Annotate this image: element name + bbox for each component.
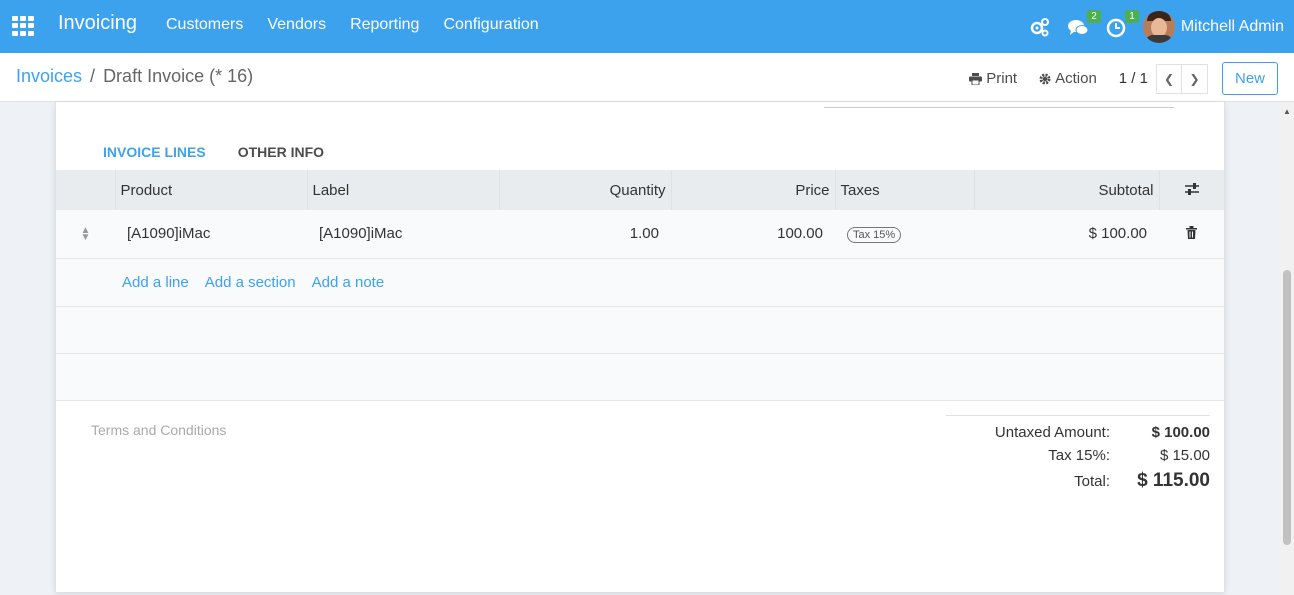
main-menu: Customers Vendors Reporting Configuratio… — [166, 16, 539, 34]
cell-quantity[interactable]: 1.00 — [499, 210, 671, 259]
pager-previous-button[interactable]: ❮ — [1155, 63, 1182, 94]
action-label: Action — [1055, 70, 1097, 87]
breadcrumb-separator: / — [90, 66, 96, 86]
untaxed-amount-row: Untaxed Amount: $ 100.00 — [946, 424, 1210, 441]
menu-configuration[interactable]: Configuration — [443, 16, 538, 34]
cell-product[interactable]: [A1090]iMac — [115, 210, 307, 259]
user-avatar[interactable] — [1142, 10, 1175, 43]
debug-gears-icon[interactable] — [1029, 16, 1053, 38]
print-button[interactable]: Print — [969, 70, 1017, 87]
chevron-left-icon: ❮ — [1163, 71, 1175, 86]
sliders-icon — [1184, 182, 1199, 195]
gear-icon — [1039, 73, 1051, 84]
column-header-taxes[interactable]: Taxes — [834, 170, 974, 210]
untaxed-amount-value: $ 100.00 — [1151, 424, 1210, 441]
navbar-systray: 2 1 Mitchell Admin — [1029, 8, 1284, 45]
add-row-links-row: Add a line Add a section Add a note — [56, 258, 1224, 307]
chevron-right-icon: ❯ — [1189, 71, 1200, 86]
invoice-lines-table: Product Label Quantity Price Taxes Subto… — [56, 170, 1224, 401]
column-header-price[interactable]: Price — [670, 170, 835, 210]
row-drag-handle[interactable]: ▲ ▼ — [56, 210, 115, 259]
apps-menu-icon[interactable] — [12, 16, 34, 36]
cell-label[interactable]: [A1090]iMac — [307, 210, 499, 259]
app-brand[interactable]: Invoicing — [58, 12, 137, 35]
pager-value[interactable]: 1 / 1 — [1119, 70, 1148, 87]
table-header-row: Product Label Quantity Price Taxes Subto… — [56, 170, 1224, 210]
breadcrumb-invoices-link[interactable]: Invoices — [16, 66, 82, 87]
untaxed-amount-label: Untaxed Amount: — [994, 424, 1110, 441]
optional-columns-toggle[interactable] — [1158, 170, 1224, 210]
print-icon — [969, 72, 983, 85]
notebook-tabs: INVOICE LINES OTHER INFO — [87, 142, 340, 171]
empty-row — [56, 306, 1224, 354]
total-label: Total: — [1074, 473, 1110, 490]
total-row: Total: $ 115.00 — [946, 470, 1210, 492]
tax-badge: Tax 15% — [847, 226, 902, 243]
pager-next-button[interactable]: ❯ — [1181, 63, 1208, 94]
cell-price[interactable]: 100.00 — [671, 210, 835, 259]
tax-amount-label: Tax 15%: — [1048, 447, 1110, 464]
trash-icon — [1186, 225, 1197, 239]
sort-handle-icon: ▲ ▼ — [80, 224, 91, 243]
activities-clock-icon[interactable]: 1 — [1105, 9, 1139, 38]
column-header-subtotal[interactable]: Subtotal — [973, 170, 1159, 210]
total-value: $ 115.00 — [1137, 470, 1210, 491]
menu-vendors[interactable]: Vendors — [267, 16, 326, 34]
column-header-label[interactable]: Label — [306, 170, 499, 210]
tax-amount-row: Tax 15%: $ 15.00 — [946, 447, 1210, 464]
column-header-quantity[interactable]: Quantity — [498, 170, 671, 210]
page-scrollbar[interactable]: ▲ — [1280, 102, 1294, 595]
field-underline — [824, 107, 1174, 108]
terms-conditions-field[interactable]: Terms and Conditions — [91, 422, 226, 438]
empty-row — [56, 353, 1224, 401]
column-header-product[interactable]: Product — [114, 170, 307, 210]
activities-badge: 1 — [1125, 9, 1139, 23]
cell-subtotal: $ 100.00 — [974, 210, 1159, 259]
tax-amount-value: $ 15.00 — [1159, 447, 1210, 464]
delete-row-button[interactable] — [1159, 210, 1224, 259]
breadcrumb: Invoices / Draft Invoice (* 16) — [16, 66, 253, 87]
add-section-link[interactable]: Add a section — [205, 274, 296, 291]
table-row[interactable]: ▲ ▼ [A1090]iMac [A1090]iMac 1.00 100.00 T… — [56, 210, 1224, 259]
menu-reporting[interactable]: Reporting — [350, 16, 419, 34]
control-panel-actions: Print Action 1 / 1 ❮ ❯ New — [969, 62, 1278, 95]
tab-invoice-lines[interactable]: INVOICE LINES — [87, 142, 222, 171]
handle-column-header — [56, 170, 115, 210]
breadcrumb-current: Draft Invoice (* 16) — [103, 66, 254, 86]
menu-customers[interactable]: Customers — [166, 16, 243, 34]
form-sheet: INVOICE LINES OTHER INFO Product Label Q… — [55, 102, 1225, 592]
cell-taxes[interactable]: Tax 15% — [835, 210, 974, 259]
invoice-totals: Untaxed Amount: $ 100.00 Tax 15%: $ 15.0… — [946, 415, 1210, 498]
new-button[interactable]: New — [1221, 62, 1278, 95]
scrollbar-thumb[interactable] — [1283, 270, 1291, 545]
add-note-link[interactable]: Add a note — [312, 274, 385, 291]
action-button[interactable]: Action — [1039, 70, 1097, 87]
messages-icon[interactable]: 2 — [1067, 9, 1101, 38]
messages-badge: 2 — [1087, 9, 1101, 23]
scroll-up-arrow-icon[interactable]: ▲ — [1283, 107, 1291, 116]
print-label: Print — [986, 70, 1018, 87]
top-navbar: Invoicing Customers Vendors Reporting Co… — [0, 0, 1294, 53]
add-line-links: Add a line Add a section Add a note — [56, 274, 1224, 291]
user-name[interactable]: Mitchell Admin — [1181, 18, 1284, 36]
tab-other-info[interactable]: OTHER INFO — [222, 142, 340, 171]
add-line-link[interactable]: Add a line — [122, 274, 189, 291]
control-panel: Invoices / Draft Invoice (* 16) Print Ac… — [0, 53, 1294, 102]
